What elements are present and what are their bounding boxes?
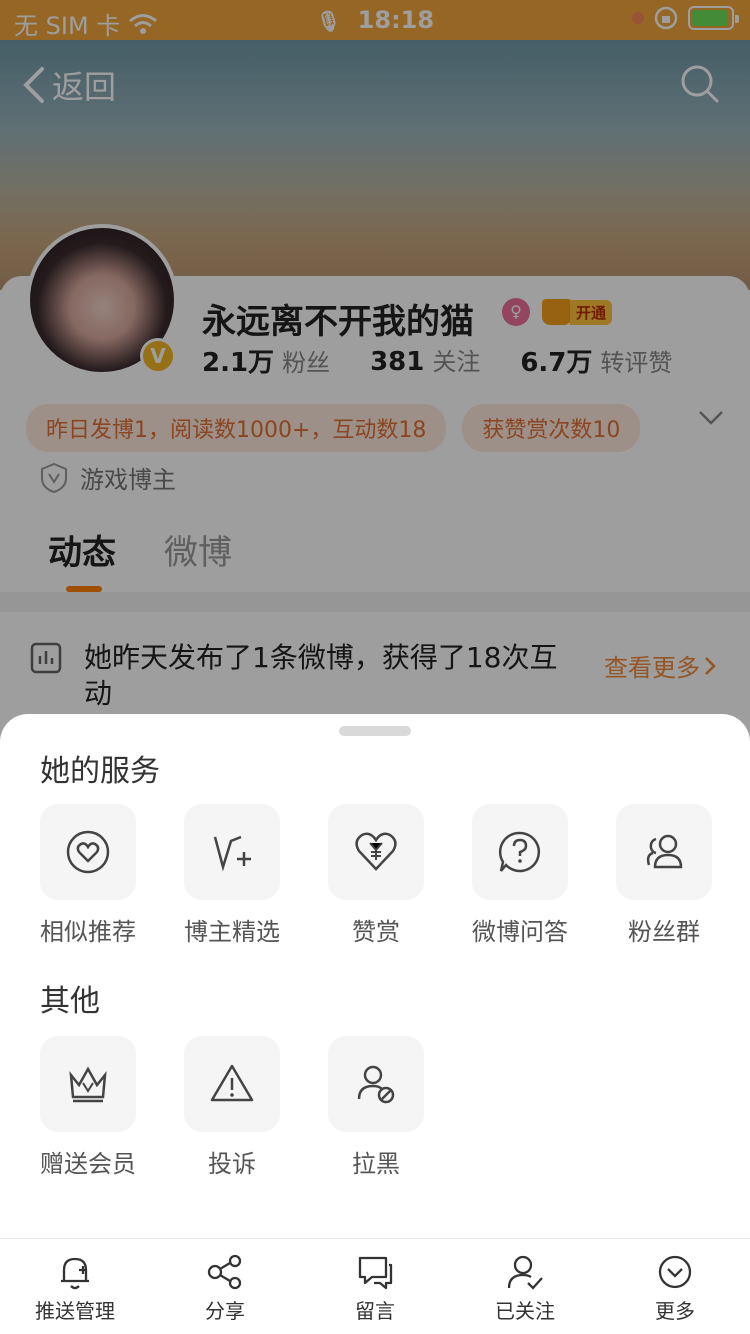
service-label: 投诉 — [208, 1150, 256, 1178]
group-icon — [646, 834, 683, 869]
question-bubble-icon — [498, 831, 541, 873]
service-icon-box — [40, 1036, 136, 1132]
service-featured[interactable]: 博主精选 — [184, 804, 280, 947]
sheet-handle[interactable] — [339, 726, 411, 736]
service-icon-box — [184, 804, 280, 900]
toolbar-label: 留言 — [355, 1299, 395, 1323]
share-icon — [207, 1254, 242, 1290]
service-icon-box — [40, 804, 136, 900]
toolbar-following[interactable]: 已关注 — [450, 1239, 600, 1334]
toolbar-push-settings[interactable]: 推送管理 — [0, 1239, 150, 1334]
other-report[interactable]: 投诉 — [184, 1036, 280, 1179]
service-label: 赠送会员 — [40, 1150, 136, 1178]
crown-icon — [69, 1066, 107, 1103]
heart-circle-icon — [66, 830, 110, 874]
heart-yen-icon — [355, 832, 397, 871]
chevron-circle-icon — [658, 1255, 692, 1289]
service-similar[interactable]: 相似推荐 — [40, 804, 136, 947]
service-icon-box — [184, 1036, 280, 1132]
service-label: 拉黑 — [352, 1150, 400, 1178]
services-grid: 相似推荐 博主精选 赞赏 微博问答 粉丝群 — [40, 804, 712, 947]
toolbar-label: 已关注 — [495, 1299, 555, 1323]
toolbar-message[interactable]: 留言 — [300, 1239, 450, 1334]
toolbar-label: 更多 — [655, 1299, 695, 1323]
service-qa[interactable]: 微博问答 — [472, 804, 568, 947]
service-icon-box — [328, 804, 424, 900]
service-reward[interactable]: 赞赏 — [328, 804, 424, 947]
toolbar-share[interactable]: 分享 — [150, 1239, 300, 1334]
other-title: 其他 — [40, 984, 100, 1019]
service-fan-group[interactable]: 粉丝群 — [616, 804, 712, 947]
services-title: 她的服务 — [40, 754, 160, 789]
other-gift-vip[interactable]: 赠送会员 — [40, 1036, 136, 1179]
service-label: 博主精选 — [184, 918, 280, 946]
service-label: 相似推荐 — [40, 918, 136, 946]
bottom-toolbar: 推送管理 分享 留言 已关注 更多 — [0, 1238, 750, 1334]
toolbar-label: 推送管理 — [35, 1299, 115, 1323]
user-check-icon — [507, 1255, 543, 1290]
toolbar-more[interactable]: 更多 — [600, 1239, 750, 1334]
v-plus-icon — [213, 835, 251, 872]
service-icon-box — [616, 804, 712, 900]
service-label: 赞赏 — [352, 918, 400, 946]
block-user-icon — [357, 1065, 395, 1104]
service-label: 微博问答 — [472, 918, 568, 946]
other-block[interactable]: 拉黑 — [328, 1036, 424, 1179]
service-icon-box — [472, 804, 568, 900]
message-icon — [358, 1256, 393, 1290]
service-label: 粉丝群 — [628, 918, 700, 946]
bell-plus-icon — [61, 1257, 89, 1290]
warning-icon — [210, 1064, 254, 1102]
service-icon-box — [328, 1036, 424, 1132]
other-grid: 赠送会员 投诉 拉黑 — [40, 1036, 424, 1179]
toolbar-label: 分享 — [205, 1299, 245, 1323]
